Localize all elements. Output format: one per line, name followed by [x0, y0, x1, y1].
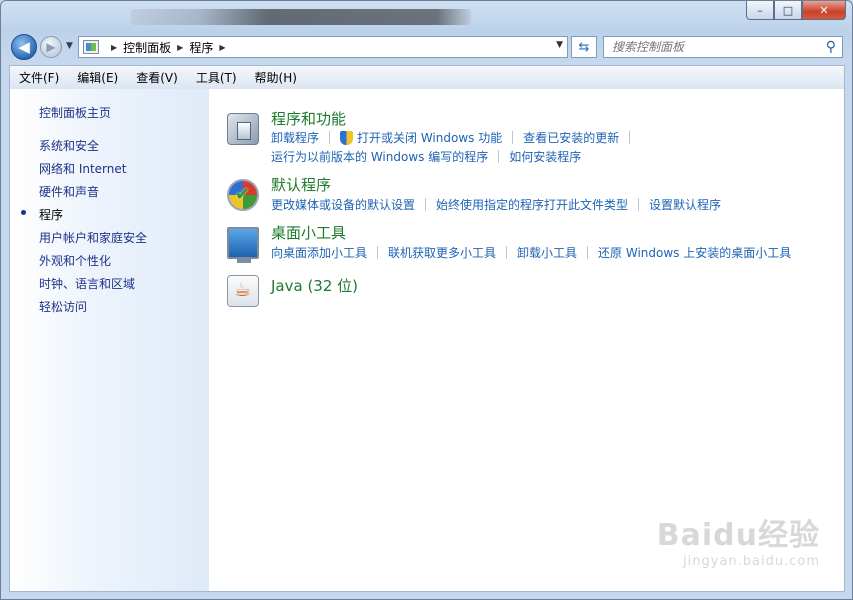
- sidebar-item-home[interactable]: 控制面板主页: [39, 104, 111, 121]
- link-windows-features[interactable]: 打开或关闭 Windows 功能: [357, 129, 502, 146]
- maximize-button[interactable]: □: [774, 1, 802, 20]
- sidebar: 控制面板主页 系统和安全 网络和 Internet 硬件和声音 程序 用户帐户和…: [9, 89, 209, 592]
- menu-edit[interactable]: 编辑(E): [68, 67, 127, 89]
- sidebar-item-appearance[interactable]: 外观和个性化: [39, 252, 111, 269]
- link-divider: [377, 246, 379, 259]
- category-links: 向桌面添加小工具 联机获取更多小工具 卸载小工具 还原 Windows 上安装的…: [271, 244, 791, 261]
- control-panel-icon: [83, 40, 99, 54]
- title-bar: – □ ✕: [1, 1, 852, 29]
- sidebar-item-hardware-sound[interactable]: 硬件和声音: [39, 183, 99, 200]
- refresh-icon: ⇆: [578, 39, 590, 55]
- link-uninstall-gadget[interactable]: 卸载小工具: [517, 244, 577, 261]
- address-bar[interactable]: ▶ 控制面板 ▶ 程序 ▶ ▼: [78, 36, 568, 58]
- selected-bullet-icon: [21, 210, 26, 215]
- sidebar-item-ease-of-access[interactable]: 轻松访问: [39, 298, 87, 315]
- forward-button[interactable]: ▶: [40, 36, 62, 58]
- link-autoplay-settings[interactable]: 更改媒体或设备的默认设置: [271, 196, 415, 213]
- category-title[interactable]: 程序和功能: [271, 108, 346, 129]
- watermark-brand: Baidu经验: [656, 518, 820, 553]
- breadcrumb-separator-icon[interactable]: ▶: [111, 43, 117, 52]
- link-compatibility[interactable]: 运行为以前版本的 Windows 编写的程序: [271, 148, 488, 165]
- control-panel-window: – □ ✕ ◀ ▶ ▼ ▶ 控制面板 ▶ 程序 ▶ ▼ ⇆ ⚲ 文件(F) 编辑…: [0, 0, 853, 600]
- link-divider: [498, 150, 500, 163]
- link-divider: [506, 246, 508, 259]
- category-links: 更改媒体或设备的默认设置 始终使用指定的程序打开此文件类型 设置默认程序: [271, 196, 721, 213]
- close-button[interactable]: ✕: [802, 1, 846, 20]
- sidebar-item-network[interactable]: 网络和 Internet: [39, 160, 126, 177]
- menu-tools[interactable]: 工具(T): [187, 67, 246, 89]
- programs-icon[interactable]: [227, 113, 259, 145]
- link-divider: [425, 198, 427, 211]
- main-content: 程序和功能 卸载程序 打开或关闭 Windows 功能 查看已安装的更新 运行为…: [209, 89, 845, 592]
- sidebar-item-clock-region[interactable]: 时钟、语言和区域: [39, 275, 135, 292]
- category-title[interactable]: 默认程序: [271, 174, 331, 195]
- uac-shield-icon: [340, 130, 354, 145]
- minimize-button[interactable]: –: [746, 1, 774, 20]
- breadcrumb-control-panel[interactable]: 控制面板: [123, 39, 171, 56]
- link-installed-updates[interactable]: 查看已安装的更新: [523, 129, 619, 146]
- link-divider: [638, 198, 640, 211]
- breadcrumb-programs[interactable]: 程序: [189, 39, 213, 56]
- link-set-default-programs[interactable]: 设置默认程序: [649, 196, 721, 213]
- category-links: 卸载程序 打开或关闭 Windows 功能 查看已安装的更新: [271, 129, 640, 146]
- link-restore-gadgets[interactable]: 还原 Windows 上安装的桌面小工具: [598, 244, 791, 261]
- search-input[interactable]: [604, 40, 814, 54]
- address-dropdown-icon[interactable]: ▼: [556, 40, 563, 50]
- search-icon[interactable]: ⚲: [826, 39, 836, 55]
- category-title[interactable]: Java (32 位): [271, 275, 358, 296]
- watermark-url: jingyan.baidu.com: [683, 554, 820, 569]
- recent-pages-dropdown-icon[interactable]: ▼: [66, 41, 73, 51]
- category-links: 运行为以前版本的 Windows 编写的程序 如何安装程序: [271, 148, 581, 165]
- default-programs-icon[interactable]: [227, 179, 259, 211]
- link-get-more-gadgets[interactable]: 联机获取更多小工具: [388, 244, 496, 261]
- menu-help[interactable]: 帮助(H): [246, 67, 306, 89]
- back-button[interactable]: ◀: [11, 34, 37, 60]
- link-divider: [512, 131, 514, 144]
- breadcrumb-separator-icon[interactable]: ▶: [219, 43, 225, 52]
- blurred-title-area: [131, 9, 471, 25]
- link-divider: [329, 131, 331, 144]
- link-how-to-install[interactable]: 如何安装程序: [509, 148, 581, 165]
- navigation-bar: ◀ ▶ ▼ ▶ 控制面板 ▶ 程序 ▶ ▼ ⇆ ⚲: [1, 31, 852, 63]
- java-icon[interactable]: [227, 275, 259, 307]
- search-box[interactable]: ⚲: [603, 36, 843, 58]
- link-divider: [629, 131, 631, 144]
- desktop-gadgets-icon[interactable]: [227, 227, 259, 263]
- menu-bar: 文件(F) 编辑(E) 查看(V) 工具(T) 帮助(H): [9, 65, 845, 89]
- breadcrumb-separator-icon[interactable]: ▶: [177, 43, 183, 52]
- link-add-gadgets[interactable]: 向桌面添加小工具: [271, 244, 367, 261]
- category-title[interactable]: 桌面小工具: [271, 222, 346, 243]
- link-uninstall-program[interactable]: 卸载程序: [271, 129, 319, 146]
- caption-buttons: – □ ✕: [746, 1, 846, 20]
- link-divider: [587, 246, 589, 259]
- refresh-button[interactable]: ⇆: [571, 36, 597, 58]
- sidebar-item-user-accounts[interactable]: 用户帐户和家庭安全: [39, 229, 147, 246]
- sidebar-item-programs[interactable]: 程序: [39, 206, 63, 223]
- menu-view[interactable]: 查看(V): [127, 67, 187, 89]
- menu-file[interactable]: 文件(F): [10, 67, 68, 89]
- link-file-association[interactable]: 始终使用指定的程序打开此文件类型: [436, 196, 628, 213]
- sidebar-item-system-security[interactable]: 系统和安全: [39, 137, 99, 154]
- baidu-watermark: Baidu经验 jingyan.baidu.com: [657, 510, 820, 569]
